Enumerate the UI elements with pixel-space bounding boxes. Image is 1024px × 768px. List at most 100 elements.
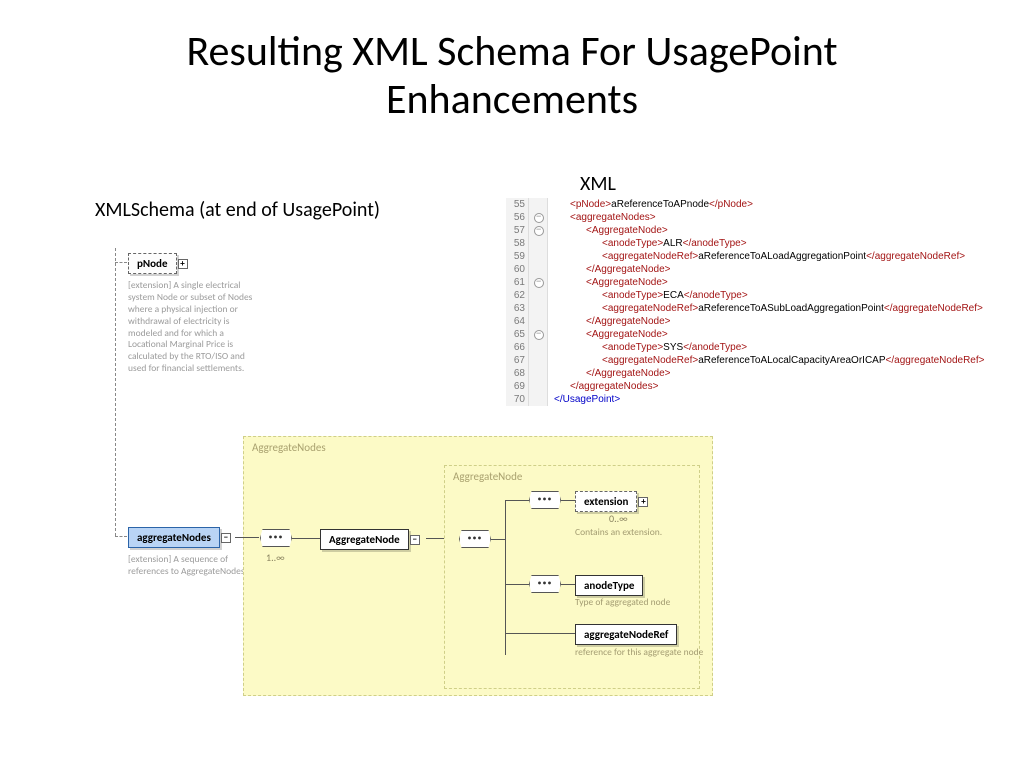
line-number: 63 xyxy=(506,302,528,315)
code-content: <aggregateNodes> xyxy=(548,211,656,224)
pnode-label: pNode xyxy=(137,257,168,270)
slide-title: Resulting XML Schema For UsagePoint Enha… xyxy=(0,0,1024,135)
xml-line: 59<aggregateNodeRef>aReferenceToALoadAgg… xyxy=(506,250,984,263)
connector-line xyxy=(505,584,529,585)
aggregate-node-ref-chip: aggregateNodeRef xyxy=(575,624,677,645)
code-content: <aggregateNodeRef>aReferenceToALocalCapa… xyxy=(548,354,984,367)
collapse-icon: − xyxy=(410,535,420,545)
gutter xyxy=(528,393,548,406)
xml-line: 64 </AggregateNode> xyxy=(506,315,984,328)
multiplicity-label: 1..∞ xyxy=(266,551,285,564)
fold-icon xyxy=(528,224,548,237)
connector-line xyxy=(505,500,506,655)
code-content: </AggregateNode> xyxy=(548,367,671,380)
code-content: <AggregateNode> xyxy=(548,276,668,289)
code-content: </AggregateNode> xyxy=(548,315,671,328)
anode-type-chip: anodeType xyxy=(575,575,643,596)
xml-line: 63 <aggregateNodeRef>aReferenceToASubLoad… xyxy=(506,302,984,315)
gutter xyxy=(528,250,548,263)
xml-subtitle: XML xyxy=(580,172,616,196)
xml-line: 67 <aggregateNodeRef>aReferenceToALocalCa… xyxy=(506,354,984,367)
xml-line: 68 </AggregateNode> xyxy=(506,367,984,380)
aggregate-node-ref-description: reference for this aggregate node xyxy=(575,646,705,658)
outer-container-label: AggregateNodes xyxy=(244,437,712,454)
gutter xyxy=(528,367,548,380)
extension-description: Contains an extension. xyxy=(575,526,705,538)
expand-icon: + xyxy=(638,497,648,507)
line-number: 67 xyxy=(506,354,528,367)
fold-icon xyxy=(528,276,548,289)
sequence-connector-icon xyxy=(260,529,292,547)
line-number: 65 xyxy=(506,328,528,341)
sequence-connector-icon xyxy=(529,491,561,509)
fold-icon xyxy=(528,328,548,341)
line-number: 57 xyxy=(506,224,528,237)
pnode-chip: pNode + xyxy=(128,253,177,274)
code-content: <anodeType>ECA</anodeType> xyxy=(548,289,748,302)
line-number: 64 xyxy=(506,315,528,328)
line-number: 66 xyxy=(506,341,528,354)
pnode-description: [extension] A single electrical system N… xyxy=(128,280,260,375)
xml-line: 65 <AggregateNode> xyxy=(506,328,984,341)
connector-line xyxy=(505,633,575,634)
gutter xyxy=(528,237,548,250)
aggregate-node-chip: AggregateNode − xyxy=(320,529,409,550)
gutter xyxy=(528,289,548,302)
code-content: <pNode>aReferenceToAPnode</pNode> xyxy=(548,198,753,211)
sequence-connector-icon xyxy=(529,575,561,593)
line-number: 62 xyxy=(506,289,528,302)
line-number: 68 xyxy=(506,367,528,380)
xml-code-block: 55 <pNode>aReferenceToAPnode</pNode> 56 <ag… xyxy=(506,198,984,406)
aggregate-nodes-description: [extension] A sequence of references to … xyxy=(128,554,260,578)
connector-line xyxy=(505,500,529,501)
connector-line xyxy=(426,538,444,539)
line-number: 58 xyxy=(506,237,528,250)
multiplicity-label: 0..∞ xyxy=(609,512,628,525)
schema-subtitle: XMLSchema (at end of UsagePoint) xyxy=(95,198,380,222)
connector-line xyxy=(561,500,575,501)
code-content: <anodeType>SYS</anodeType> xyxy=(548,341,747,354)
line-number: 56 xyxy=(506,211,528,224)
gutter xyxy=(528,302,548,315)
tree-vertical-connector xyxy=(115,248,116,536)
line-number: 69 xyxy=(506,380,528,393)
code-content: <aggregateNodeRef>aReferenceToALoadAggre… xyxy=(548,250,965,263)
xml-line: 56 <aggregateNodes> xyxy=(506,211,984,224)
connector-line xyxy=(491,539,505,540)
xml-line: 70</UsagePoint> xyxy=(506,393,984,406)
connector-line xyxy=(292,538,320,539)
line-number: 61 xyxy=(506,276,528,289)
sequence-connector-icon xyxy=(459,530,491,548)
aggregate-node-label: AggregateNode xyxy=(329,533,400,546)
xml-line: 62 <anodeType>ECA</anodeType> xyxy=(506,289,984,302)
xml-line: 66 <anodeType>SYS</anodeType> xyxy=(506,341,984,354)
connector-line xyxy=(235,537,259,538)
code-content: <AggregateNode> xyxy=(548,224,668,237)
expand-icon: + xyxy=(178,259,188,269)
tree-connector xyxy=(115,262,127,263)
gutter xyxy=(528,380,548,393)
gutter xyxy=(528,354,548,367)
code-content: <aggregateNodeRef>aReferenceToASubLoadAg… xyxy=(548,302,983,315)
code-content: </AggregateNode> xyxy=(548,263,671,276)
connector-line xyxy=(561,584,575,585)
aggregate-node-ref-label: aggregateNodeRef xyxy=(584,628,668,641)
anode-type-label: anodeType xyxy=(584,579,634,592)
xml-line: 55 <pNode>aReferenceToAPnode</pNode> xyxy=(506,198,984,211)
line-number: 60 xyxy=(506,263,528,276)
aggregate-nodes-container: AggregateNodes 1..∞ AggregateNode − Aggr… xyxy=(243,436,713,696)
code-content: </UsagePoint> xyxy=(548,393,620,406)
xml-line: 58 <anodeType>ALR</anodeType> xyxy=(506,237,984,250)
code-content: </aggregateNodes> xyxy=(548,380,658,393)
line-number: 55 xyxy=(506,198,528,211)
inner-container-label: AggregateNode xyxy=(445,466,699,483)
xml-line: 57 <AggregateNode> xyxy=(506,224,984,237)
code-content: <anodeType>ALR</anodeType> xyxy=(548,237,747,250)
code-content: <AggregateNode> xyxy=(548,328,668,341)
tree-connector xyxy=(115,536,127,537)
extension-label: extension xyxy=(584,495,628,508)
anode-type-description: Type of aggregated node xyxy=(575,596,705,608)
extension-chip: extension + xyxy=(575,491,637,512)
xml-line: 60 </AggregateNode> xyxy=(506,263,984,276)
aggregate-nodes-chip: aggregateNodes − xyxy=(128,527,220,548)
